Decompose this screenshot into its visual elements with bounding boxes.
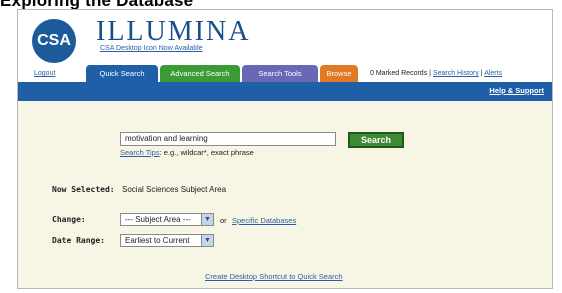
tab-advanced-search[interactable]: Advanced Search: [160, 65, 240, 82]
account-links: 0 Marked Records | Search History | Aler…: [370, 70, 502, 77]
or-text: or: [220, 216, 227, 225]
change-label: Change:: [52, 215, 86, 224]
tab-browse[interactable]: Browse: [320, 65, 358, 82]
marked-records-count[interactable]: 0 Marked Records: [370, 70, 427, 77]
subject-area-select[interactable]: --- Subject Area --- ▼: [120, 213, 214, 226]
nav-bar: Help & Support: [18, 82, 552, 101]
link-separator: |: [480, 70, 483, 77]
nav-tab-row: Logout Quick Search Advanced Search Sear…: [30, 64, 550, 82]
logout-link[interactable]: Logout: [34, 70, 55, 77]
subject-area-select-value: --- Subject Area ---: [125, 215, 191, 224]
brand-title: ILLUMINA: [96, 16, 251, 47]
search-button[interactable]: Search: [348, 132, 404, 148]
now-selected-label: Now Selected:: [52, 185, 115, 194]
date-range-select[interactable]: Earliest to Current ▼: [120, 234, 214, 247]
search-tips: Search Tips: e.g., wildcar*, exact phras…: [120, 148, 254, 157]
desktop-shortcut-link[interactable]: Create Desktop Shortcut to Quick Search: [205, 272, 343, 281]
search-input[interactable]: motivation and learning: [120, 132, 336, 146]
now-selected-value: Social Sciences Subject Area: [122, 185, 227, 194]
date-range-select-value: Earliest to Current: [125, 236, 190, 245]
help-support-link[interactable]: Help & Support: [489, 86, 544, 95]
date-range-label: Date Range:: [52, 236, 105, 245]
specific-databases-link[interactable]: Specific Databases: [232, 216, 296, 225]
link-separator: |: [429, 70, 431, 77]
search-tips-link[interactable]: Search Tips: [120, 148, 160, 157]
tab-quick-search[interactable]: Quick Search: [86, 65, 158, 82]
desktop-icon-promo-link[interactable]: CSA Desktop Icon Now Available: [100, 45, 203, 52]
search-tips-example: : e.g., wildcar*, exact phrase: [159, 148, 254, 157]
csa-logo: CSA: [32, 19, 76, 63]
chevron-down-icon: ▼: [201, 235, 213, 246]
chevron-down-icon: ▼: [201, 214, 213, 225]
quick-search-panel: motivation and learning Search Search Ti…: [18, 101, 552, 288]
search-history-link[interactable]: Search History: [433, 70, 479, 77]
tab-search-tools[interactable]: Search Tools: [242, 65, 318, 82]
alerts-link[interactable]: Alerts: [484, 70, 502, 77]
